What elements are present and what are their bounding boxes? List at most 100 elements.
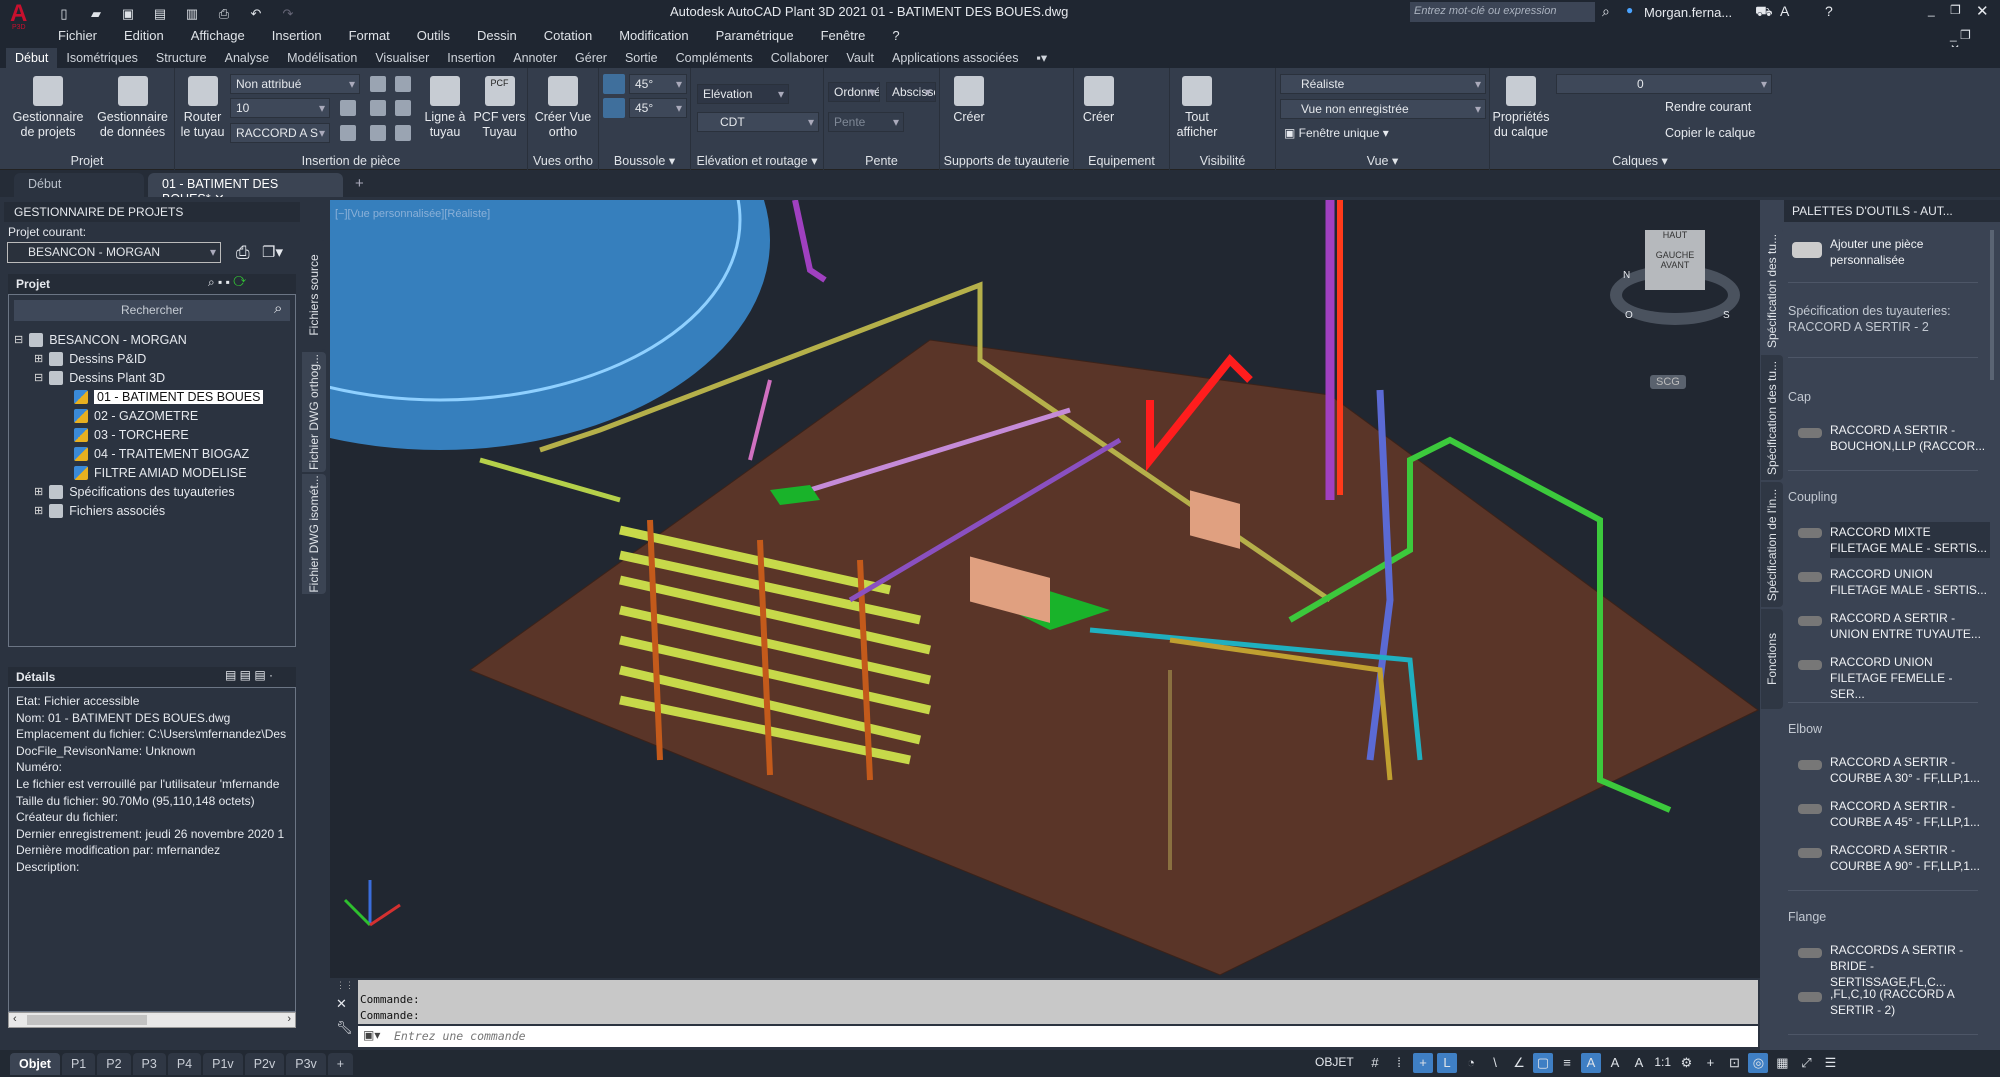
open-icon[interactable]: ▰ [86,4,106,24]
project-tools-icon[interactable]: ⌕ ▪ ▪ ⟳ [208,275,246,290]
menu-help[interactable]: ? [892,28,899,43]
tab-layout-p3v[interactable]: P3v [286,1053,326,1075]
project-manager-button[interactable]: Gestionnaire de projets [8,72,88,140]
tree-item[interactable]: FILTRE AMIAD MODELISE [74,463,247,482]
palette-tool-item[interactable]: RACCORD UNION FILETAGE FEMELLE - SER... [1798,654,1990,702]
tab-isometriques[interactable]: Isométriques [57,48,147,68]
tab-fonctions[interactable]: Fonctions [1761,609,1783,709]
panel-label[interactable]: Calques ▾ [1490,153,1790,168]
search-icon[interactable]: ⌕ [1602,3,1610,20]
add-custom-part-button[interactable]: Ajouter une pièce personnalisée [1792,236,1980,268]
menu-edition[interactable]: Edition [124,28,164,43]
viewcube-left[interactable]: GAUCHE [1656,250,1695,260]
user-name[interactable]: Morgan.ferna... [1644,5,1732,20]
menu-outils[interactable]: Outils [417,28,450,43]
palette-tool-item[interactable]: RACCORD A SERTIR - COURBE A 45° - FF,LLP… [1798,798,1990,830]
scroll-left-icon[interactable]: ‹ [13,1013,17,1025]
data-manager-button[interactable]: Gestionnaire de données [95,72,170,140]
compass-n[interactable]: N [1623,270,1630,281]
autodesk-a360-icon[interactable]: A [1780,3,1789,19]
fullscreen-icon[interactable]: ⤢ [1796,1053,1816,1073]
tag-icon[interactable] [370,76,386,92]
undo-icon[interactable]: ↶ [246,4,266,24]
tab-spec-3[interactable]: Spécification de l'in... [1761,482,1783,607]
gear-icon[interactable]: ⚙ [1676,1053,1696,1073]
part-combo[interactable]: RACCORD A S [230,123,330,143]
scroll-right-icon[interactable]: › [287,1013,291,1025]
collapse-icon[interactable]: ⊟ [14,333,23,346]
palette-tool-item[interactable]: RACCORDS A SERTIR - BRIDE - SERTISSAGE,F… [1798,942,1990,990]
tab-sortie[interactable]: Sortie [616,48,667,68]
tab-structure[interactable]: Structure [147,48,216,68]
pcf-to-pipe-button[interactable]: PCF PCF vers Tuyau [472,72,527,140]
angle-combo-1[interactable]: 45° [629,74,687,94]
tab-visualiser[interactable]: Visualiser [366,48,438,68]
menu-fenetre[interactable]: Fenêtre [821,28,866,43]
fitting-icon[interactable] [370,100,386,116]
make-current-button[interactable]: Rendre courant [1665,100,1751,114]
current-project-combo[interactable]: BESANCON - MORGAN [7,242,221,263]
collapse-icon[interactable]: ⊟ [34,371,43,384]
angle-icon[interactable]: ∠ [1509,1053,1529,1073]
palette-section-header[interactable]: Coupling [1788,490,1837,504]
command-prompt-icon[interactable]: ▣▾ [363,1028,380,1042]
tab-layout-p3[interactable]: P3 [132,1053,166,1075]
ortho-icon[interactable]: L [1437,1053,1458,1073]
tree-item[interactable]: 01 - BATIMENT DES BOUES [74,387,264,406]
spec-combo[interactable]: Non attribué [230,74,360,94]
grid-icon[interactable]: # [1365,1053,1385,1073]
viewcube[interactable]: HAUT GAUCHE AVANT N O S [1605,210,1745,340]
ucs-menu[interactable]: SCG [1650,375,1686,389]
palette-tool-item[interactable]: RACCORD A SERTIR - UNION ENTRE TUYAUTE..… [1798,610,1990,642]
tree-item[interactable]: 03 - TORCHERE [74,425,189,444]
palette-section-header[interactable]: Elbow [1788,722,1822,736]
abscissa-field[interactable]: Abscisse [886,82,936,102]
palette-tool-item[interactable]: ,FL,C,10 (RACCORD A SERTIR - 2) [1798,986,1990,1018]
menu-fichier[interactable]: Fichier [58,28,97,43]
tree-item[interactable]: ⊟ Dessins Plant 3D [34,368,165,387]
details-horizontal-scrollbar[interactable]: ‹ › [8,1012,296,1028]
menu-insertion[interactable]: Insertion [272,28,322,43]
units-icon[interactable]: ⊡ [1724,1053,1744,1073]
tab-applications-associees[interactable]: Applications associées [883,48,1027,68]
tab-insertion[interactable]: Insertion [438,48,504,68]
close-command-icon[interactable]: ✕ [336,996,347,1012]
tab-model[interactable]: Objet [10,1053,60,1075]
tab-layout-p2v[interactable]: P2v [244,1053,285,1075]
panel-label[interactable]: Boussole ▾ [599,153,690,168]
menu-modification[interactable]: Modification [619,28,688,43]
model-space-toggle[interactable]: OBJET [1315,1055,1354,1069]
palette-tool-item[interactable]: RACCORD UNION FILETAGE MALE - SERTIS... [1798,566,1990,598]
tab-document[interactable]: 01 - BATIMENT DES BOUES* ✕ [148,173,343,206]
slope-icon[interactable] [340,100,356,116]
tab-layout-p1v[interactable]: P1v [203,1053,243,1075]
viewcube-top[interactable]: HAUT [1645,230,1705,240]
add-layout-button[interactable]: + [327,1053,354,1075]
layer-properties-button[interactable]: Propriétés du calque [1490,72,1552,140]
palette-tool-item[interactable]: RACCORD MIXTE FILETAGE MALE - SERTIS... [1798,522,1990,558]
new-tab-button[interactable]: + [355,175,364,192]
insert-icon[interactable] [340,125,356,141]
plus-icon[interactable]: + [1700,1053,1720,1073]
compass-s[interactable]: S [1723,310,1730,321]
minimize-icon[interactable]: _ [1928,3,1935,17]
tab-gerer[interactable]: Gérer [566,48,616,68]
layer-combo[interactable]: 0 [1556,74,1772,94]
lineweight-icon[interactable]: ≡ [1557,1053,1577,1073]
search-icon[interactable]: ⌕ [274,300,282,317]
line-to-pipe-button[interactable]: Ligne à tuyau [420,72,470,140]
help-search-input[interactable]: Entrez mot-clé ou expression [1410,2,1595,22]
menu-dessin[interactable]: Dessin [477,28,517,43]
tab-layout-p2[interactable]: P2 [97,1053,131,1075]
tab-modelisation[interactable]: Modélisation [278,48,366,68]
tab-layout-p1[interactable]: P1 [61,1053,96,1075]
tab-ortho-dwg[interactable]: Fichier DWG orthog... [302,352,326,472]
tab-annoter[interactable]: Annoter [504,48,566,68]
restore-icon[interactable]: ❐ [1950,3,1961,17]
tree-item[interactable]: ⊟ BESANCON - MORGAN [14,330,187,349]
snap-icon[interactable]: ⁞ [1389,1053,1409,1073]
tab-iso-dwg[interactable]: Fichier DWG isomét... [302,474,326,594]
copy-icon[interactable]: ❐▾ [262,243,283,261]
expand-icon[interactable]: ⊞ [34,504,43,517]
annotation-visibility-icon[interactable]: A [1629,1053,1649,1073]
